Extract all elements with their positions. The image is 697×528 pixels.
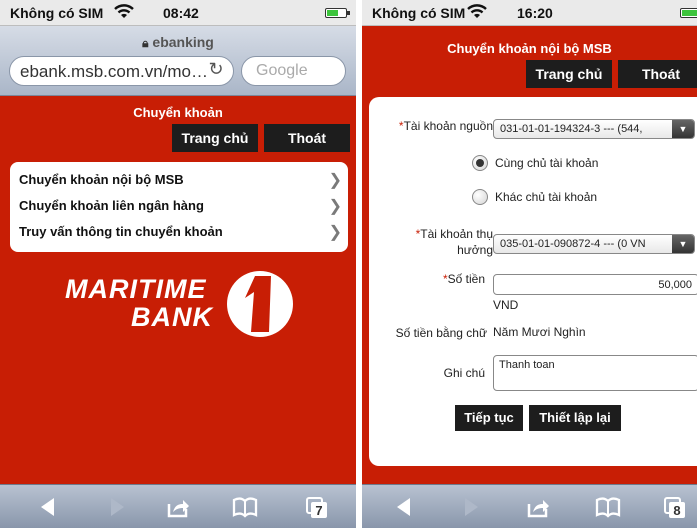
search-placeholder: Google [256, 62, 308, 79]
browser-toolbar: 8 [362, 484, 697, 528]
home-button[interactable]: Trang chủ [172, 124, 258, 152]
beneficiary-account-select[interactable]: 035-01-01-090872-4 --- (0 VN ▼ [493, 234, 695, 254]
wifi-icon [114, 4, 134, 18]
left-phone-screen: Không có SIM 08:42 🔒︎ ebanking ebank.msb… [0, 0, 356, 528]
beneficiary-account-label: *Tài khoản thụ hưởng [415, 227, 493, 257]
menu-item-internal-transfer[interactable]: Chuyển khoản nội bộ MSB ❯ [10, 166, 348, 192]
logout-button[interactable]: Thoát [618, 60, 697, 88]
note-value: Thanh toan [499, 359, 555, 371]
source-account-value: 031-01-01-194324-3 --- (544, [500, 123, 643, 135]
search-field[interactable]: Google [241, 56, 346, 86]
dropdown-arrow-icon: ▼ [672, 235, 694, 253]
back-button[interactable] [384, 485, 424, 528]
source-account-select[interactable]: 031-01-01-194324-3 --- (544, ▼ [493, 119, 695, 139]
amount-value: 50,000 [658, 279, 692, 291]
logout-button[interactable]: Thoát [264, 124, 350, 152]
battery-icon [325, 8, 350, 18]
tabs-icon: 7 [306, 497, 327, 518]
bookmarks-icon [232, 497, 258, 518]
chevron-right-icon: ❯ [328, 224, 342, 241]
radio-other-owner[interactable] [472, 189, 488, 205]
maritime-bank-logo: MARITIME BANK [65, 264, 293, 344]
right-phone-screen: Không có SIM 16:20 Chuyển khoản nội bộ M… [362, 0, 697, 528]
forward-arrow-icon [111, 498, 124, 516]
home-button[interactable]: Trang chủ [526, 60, 612, 88]
amount-in-words-label: Số tiền bằng chữ [395, 326, 487, 340]
source-account-label: *Tài khoản nguồn [398, 119, 493, 133]
transfer-form: *Tài khoản nguồn 031-01-01-194324-3 --- … [369, 97, 697, 466]
browser-toolbar: 7 [0, 484, 356, 528]
battery-level [327, 10, 338, 16]
amount-field[interactable]: 50,000 [493, 274, 697, 295]
carrier-label: Không có SIM [10, 5, 104, 21]
share-button[interactable] [158, 485, 198, 528]
forward-arrow-icon [465, 498, 478, 516]
wifi-icon [467, 4, 487, 18]
bookmarks-button[interactable] [587, 485, 627, 528]
menu-item-label: Truy vấn thông tin chuyển khoản [19, 224, 223, 239]
back-arrow-icon [397, 498, 410, 516]
tabs-button[interactable]: 7 [296, 485, 336, 528]
tabs-count: 8 [673, 503, 680, 518]
page-title: 🔒︎ ebanking [0, 34, 356, 51]
chevron-right-icon: ❯ [328, 172, 342, 189]
radio-same-owner-label: Cùng chủ tài khoản [495, 156, 599, 170]
note-field[interactable]: Thanh toan [493, 355, 697, 391]
back-arrow-icon [41, 498, 54, 516]
note-label: Ghi chú [443, 366, 485, 380]
page-title-text: ebanking [152, 34, 214, 50]
radio-other-owner-label: Khác chủ tài khoản [495, 190, 598, 204]
transfer-menu: Chuyển khoản nội bộ MSB ❯ Chuyển khoản l… [10, 162, 348, 252]
section-title: Chuyển khoản nội bộ MSB [447, 41, 612, 56]
lock-icon: 🔒︎ [142, 36, 149, 50]
url-field[interactable]: ebank.msb.com.vn/mo… [9, 56, 234, 86]
radio-same-owner[interactable] [472, 155, 488, 171]
dropdown-arrow-icon: ▼ [672, 120, 694, 138]
page-content: Chuyển khoản nội bộ MSB Trang chủ Thoát … [362, 26, 697, 484]
beneficiary-account-value: 035-01-01-090872-4 --- (0 VN [500, 238, 646, 250]
battery-level [682, 10, 697, 16]
tabs-count: 7 [315, 503, 322, 518]
reload-icon[interactable]: ↻ [205, 59, 227, 80]
tabs-button[interactable]: 8 [654, 485, 694, 528]
forward-button[interactable] [97, 485, 137, 528]
section-title: Chuyển khoản [133, 105, 223, 120]
tabs-icon: 8 [664, 497, 685, 518]
bookmarks-button[interactable] [224, 485, 264, 528]
back-button[interactable] [28, 485, 68, 528]
carrier-label: Không có SIM [372, 5, 466, 21]
share-button[interactable] [518, 485, 558, 528]
share-icon [527, 500, 549, 518]
chevron-right-icon: ❯ [328, 198, 342, 215]
forward-button[interactable] [451, 485, 491, 528]
clock: 16:20 [517, 5, 553, 21]
menu-item-transfer-inquiry[interactable]: Truy vấn thông tin chuyển khoản ❯ [10, 218, 348, 244]
browser-address-bar: 🔒︎ ebanking ebank.msb.com.vn/mo… ↻ Googl… [0, 26, 356, 96]
menu-item-label: Chuyển khoản liên ngân hàng [19, 198, 204, 213]
amount-label: *Số tiền [442, 272, 485, 286]
maritime-bank-emblem-icon [227, 271, 293, 337]
clock: 08:42 [163, 5, 199, 21]
status-bar: Không có SIM 16:20 [362, 0, 697, 26]
battery-icon [680, 8, 697, 18]
bookmarks-icon [595, 497, 621, 518]
continue-button[interactable]: Tiếp tục [455, 405, 523, 431]
status-bar: Không có SIM 08:42 [0, 0, 356, 26]
reset-button[interactable]: Thiết lập lại [529, 405, 621, 431]
menu-item-interbank-transfer[interactable]: Chuyển khoản liên ngân hàng ❯ [10, 192, 348, 218]
page-content: Chuyển khoản Trang chủ Thoát Chuyển khoả… [0, 96, 356, 484]
amount-in-words-value: Năm Mươi Nghìn [493, 325, 586, 339]
url-text: ebank.msb.com.vn/mo… [20, 62, 209, 81]
menu-item-label: Chuyển khoản nội bộ MSB [19, 172, 184, 187]
currency-label: VND [493, 298, 519, 312]
share-icon [167, 500, 189, 518]
